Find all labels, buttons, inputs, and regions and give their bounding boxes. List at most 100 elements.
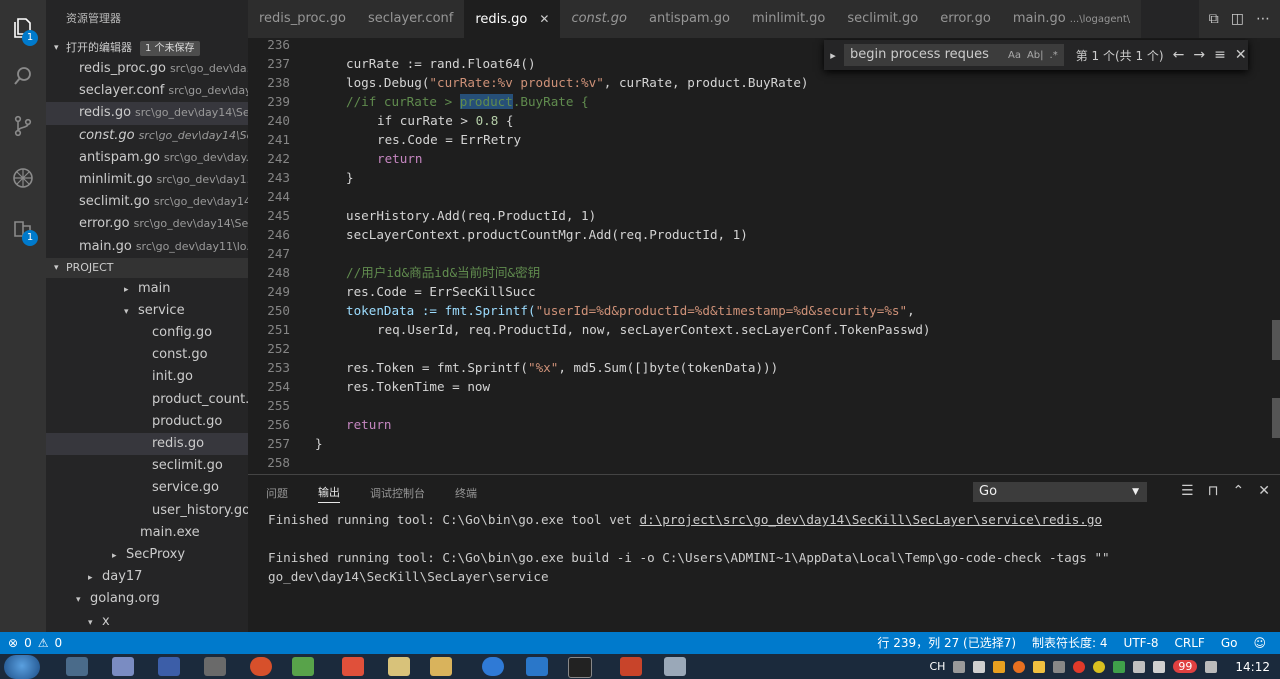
tab-error[interactable]: error.go [929,0,1002,38]
tree-folder-day17[interactable]: ▸ day17 [46,566,248,588]
app-tray-icon[interactable] [1113,660,1126,673]
explorer-app-icon[interactable] [112,657,134,676]
extensions-icon[interactable]: 1 [0,208,46,248]
debug-icon[interactable] [0,158,46,198]
app-tray-icon[interactable] [1053,660,1066,673]
notepad-icon[interactable] [388,657,410,676]
app-tray-icon[interactable] [1093,660,1106,673]
clear-output-icon[interactable]: ☰ [1181,483,1194,499]
close-icon[interactable]: ✕ [1258,483,1270,499]
source-control-icon[interactable] [0,106,46,146]
tree-folder-service[interactable]: ▾ service [46,300,248,322]
tree-file[interactable]: service.go [46,477,248,499]
show-desktop-icon[interactable] [66,657,88,676]
tree-file[interactable]: user_history.go [46,500,248,522]
tab-seclayer-conf[interactable]: seclayer.conf [356,0,465,38]
lock-icon[interactable]: ⊓ [1208,483,1219,499]
app-tray-icon[interactable] [1073,660,1086,673]
tree-file[interactable]: product.go [46,411,248,433]
open-editor-item[interactable]: minlimit.go src\go_dev\day1... [46,169,248,191]
start-button[interactable] [4,655,40,679]
whole-word-toggle[interactable]: Ab| [1027,50,1044,61]
tree-file[interactable]: product_count... [46,389,248,411]
line-ending[interactable]: CRLF [1175,632,1205,654]
arrow-right-icon[interactable]: → [1193,47,1205,63]
app-tray-icon[interactable] [1013,660,1026,673]
tab-main-go[interactable]: main.go ...\logagent\ [1001,0,1142,38]
open-editor-item[interactable]: seclimit.gosrc\go_dev\day14... [46,191,248,213]
explorer-icon[interactable]: 1 [0,8,46,48]
vscode-icon[interactable] [526,657,548,676]
find-in-selection-icon[interactable]: ≡ [1214,47,1226,63]
wechat-icon[interactable] [292,657,314,676]
app-tray-icon[interactable] [1033,660,1046,673]
tree-file[interactable]: const.go [46,344,248,366]
ime-indicator[interactable]: CH [929,660,945,673]
problems-indicator[interactable]: ⊗ 0 ⚠ 0 [8,632,62,654]
output-channel-select[interactable]: Go ▼ [973,482,1147,502]
cmd-icon[interactable] [568,657,592,678]
tab-problems[interactable]: 问题 [266,485,288,501]
scrollbar-thumb[interactable] [1272,398,1280,438]
close-icon[interactable]: ✕ [1235,47,1247,63]
open-editor-item[interactable]: redis_proc.gosrc\go_dev\da... [46,58,248,80]
find-input[interactable]: begin process reques [844,44,1010,66]
volume-icon[interactable] [973,660,986,673]
output-file-link[interactable]: d:\project\src\go_dev\day14\SecKill\SecL… [640,512,1103,527]
open-editor-item[interactable]: antispam.go src\go_dev\day... [46,147,248,169]
tree-folder-golang[interactable]: ▾ golang.org [46,588,248,610]
tab-redis-proc[interactable]: redis_proc.go [248,0,357,38]
save-app-icon[interactable] [158,657,180,676]
open-editor-item[interactable]: seclayer.confsrc\go_dev\day... [46,80,248,102]
network-icon[interactable] [1133,660,1146,673]
maximize-panel-icon[interactable]: ⌃ [1233,483,1245,499]
tree-file[interactable]: seclimit.go [46,455,248,477]
tab-redis-go[interactable]: redis.go ✕ [464,0,561,38]
tab-antispam[interactable]: antispam.go [638,0,741,38]
project-header[interactable]: ▾ PROJECT [46,257,248,278]
speaker-icon[interactable] [1153,660,1166,673]
notification-badge[interactable]: 99 [1173,660,1198,673]
tab-terminal[interactable]: 终端 [455,485,477,501]
tab-debug-console[interactable]: 调试控制台 [370,485,425,501]
clock[interactable]: 14:12 [1235,660,1270,674]
cursor-position[interactable]: 行 239，列 27 (已选择7) [877,632,1016,654]
app-tray-icon[interactable] [993,660,1006,673]
keyboard-icon[interactable] [953,660,966,673]
smiley-icon[interactable]: ☺ [1253,632,1266,654]
powerpoint-icon[interactable] [620,657,642,676]
more-actions-icon[interactable]: ⋯ [1256,11,1270,27]
open-editor-item[interactable]: const.gosrc\go_dev\day14\Se... [46,125,248,147]
open-changes-icon[interactable]: ⧉ [1209,11,1219,27]
tree-folder-main[interactable]: ▸ main [46,278,248,300]
scrollbar-thumb[interactable] [1272,320,1280,360]
tab-seclimit[interactable]: seclimit.go [836,0,930,38]
open-editor-item[interactable]: error.go src\go_dev\day14\Se... [46,213,248,235]
open-editor-item-active[interactable]: redis.go src\go_dev\day14\Se... [46,102,248,125]
chevron-right-icon[interactable]: ▸ [824,49,842,62]
match-case-toggle[interactable]: Aa [1008,50,1021,61]
folder-icon[interactable] [430,657,452,676]
tab-minlimit[interactable]: minlimit.go [740,0,837,38]
split-editor-icon[interactable]: ◫ [1231,11,1244,27]
search-icon[interactable] [0,56,46,96]
tab-output[interactable]: 输出 [318,484,340,503]
tree-file-active[interactable]: redis.go [46,433,248,456]
app-icon[interactable] [664,657,686,676]
tree-file[interactable]: main.exe [46,522,248,544]
close-icon[interactable]: ✕ [539,12,549,26]
app-icon[interactable] [342,657,364,676]
regex-toggle[interactable]: .* [1050,50,1058,61]
chrome-icon[interactable] [250,657,272,676]
language-mode[interactable]: Go [1221,632,1238,654]
ie-icon[interactable] [482,657,504,676]
encoding[interactable]: UTF-8 [1124,632,1159,654]
open-editor-item[interactable]: main.go src\go_dev\day11\lo... [46,236,248,258]
app-icon[interactable] [204,657,226,676]
code-editor[interactable]: 236 237 238 239 240 241 242 243 244 245 246 247 248 2… [248,38,1280,474]
tree-folder-x[interactable]: ▾ x [46,611,248,633]
tab-const-go[interactable]: const.go [560,0,639,38]
tree-file[interactable]: init.go [46,366,248,388]
tree-folder-secproxy[interactable]: ▸ SecProxy [46,544,248,566]
open-editors-header[interactable]: ▾ 打开的编辑器 1 个未保存 [46,38,248,58]
